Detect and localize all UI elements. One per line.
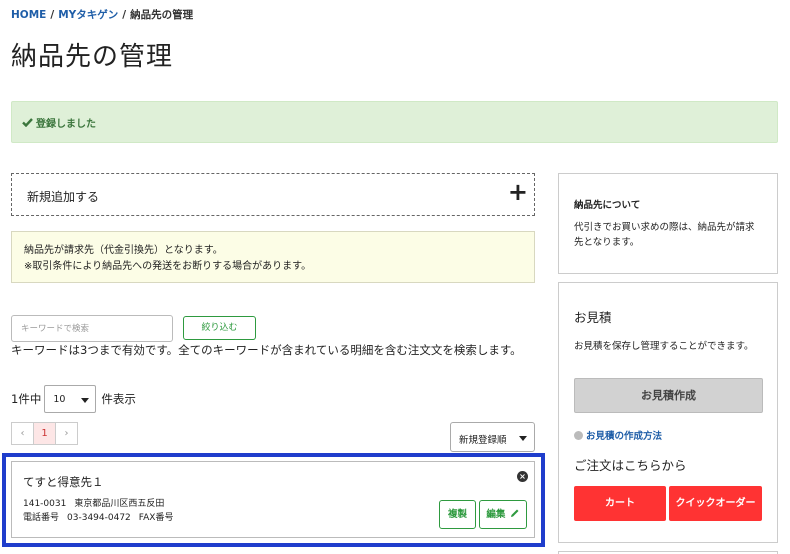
pagination-next[interactable]: › <box>55 422 78 445</box>
search-help-text: キーワードは3つまで有効です。全てのキーワードが含まれている明細を含む注文文を検… <box>11 343 522 357</box>
breadcrumb-separator: / <box>122 9 127 21</box>
alert-text: 登録しました <box>36 119 96 130</box>
per-page-suffix: 件表示 <box>101 392 136 406</box>
copy-button[interactable]: 複製 <box>439 500 476 529</box>
phone-label: 電話番号 <box>23 513 60 523</box>
cart-button[interactable]: カート <box>574 486 666 521</box>
listing-count-row: 1件中 10 件表示 <box>11 385 136 413</box>
filter-button[interactable]: 絞り込む <box>183 316 256 340</box>
about-title: 納品先について <box>574 200 641 211</box>
breadcrumb: HOME / MYタキゲン / 納品先の管理 <box>11 7 193 22</box>
result-count: 1件中 <box>11 392 42 406</box>
caret-down-icon <box>519 436 527 441</box>
about-delivery-box: 納品先について 代引きでお買い求めの際は、納品先が請求先となります。 <box>558 173 778 274</box>
add-new-panel[interactable]: 新規追加する + <box>11 173 535 216</box>
breadcrumb-home-link[interactable]: HOME <box>11 9 46 21</box>
delivery-address-card: てすと得意先１ 141-0031 東京都品川区西五反田 電話番号 03-3494-0… <box>11 461 535 538</box>
bullet-icon <box>574 431 583 440</box>
order-title: ご注文はこちらから <box>574 458 687 473</box>
delivery-name: てすと得意先１ <box>23 475 104 489</box>
check-icon <box>22 118 33 130</box>
postal-code: 141-0031 <box>23 499 67 509</box>
sort-value: 新規登録順 <box>459 435 507 446</box>
quote-howto-link[interactable]: お見積の作成方法 <box>574 428 662 442</box>
pagination-prev[interactable]: ‹ <box>11 422 34 445</box>
sort-select[interactable]: 新規登録順 <box>450 422 535 452</box>
pagination-page[interactable]: 1 <box>33 422 56 445</box>
plus-icon[interactable]: + <box>508 180 528 204</box>
add-new-label: 新規追加する <box>27 190 100 204</box>
create-quote-button[interactable]: お見積作成 <box>574 378 763 413</box>
search-input[interactable] <box>11 315 173 342</box>
quote-howto-label: お見積の作成方法 <box>586 431 663 442</box>
quote-title: お見積 <box>574 310 612 325</box>
per-page-value: 10 <box>53 394 66 405</box>
quote-text: お見積を保存し管理することができます。 <box>574 341 754 352</box>
about-text: 代引きでお買い求めの際は、納品先が請求先となります。 <box>574 222 755 248</box>
breadcrumb-mytakigen-link[interactable]: MYタキゲン <box>58 9 118 21</box>
page-title: 納品先の管理 <box>11 42 174 72</box>
per-page-select[interactable]: 10 <box>44 385 97 413</box>
caret-down-icon <box>81 398 90 403</box>
quick-order-button[interactable]: クイックオーダー <box>669 486 762 521</box>
pencil-icon <box>510 509 519 517</box>
quote-box: お見積 お見積を保存し管理することができます。 お見積作成 お見積の作成方法 ご… <box>558 282 778 543</box>
address-text: 東京都品川区西五反田 <box>74 499 165 509</box>
delete-icon[interactable]: × <box>517 471 528 482</box>
delivery-address: 141-0031 東京都品川区西五反田 電話番号 03-3494-0472 FAX番号 <box>23 497 181 525</box>
notice-box: 納品先が請求先（代金引換先）となります。 ※取引条件により納品先への発送をお断り… <box>11 231 535 283</box>
pagination: ‹ 1 › <box>11 422 78 445</box>
notice-line: ※取引条件により納品先への発送をお断りする場合があります。 <box>24 261 312 272</box>
notice-line: 納品先が請求先（代金引換先）となります。 <box>24 245 223 256</box>
success-alert: 登録しました <box>11 101 778 143</box>
edit-label: 編集 <box>486 509 506 520</box>
fax-label: FAX番号 <box>138 513 174 523</box>
breadcrumb-separator: / <box>50 9 55 21</box>
breadcrumb-current: 納品先の管理 <box>130 9 194 21</box>
edit-button[interactable]: 編集 <box>479 500 527 529</box>
phone-number: 03-3494-0472 <box>67 513 131 523</box>
